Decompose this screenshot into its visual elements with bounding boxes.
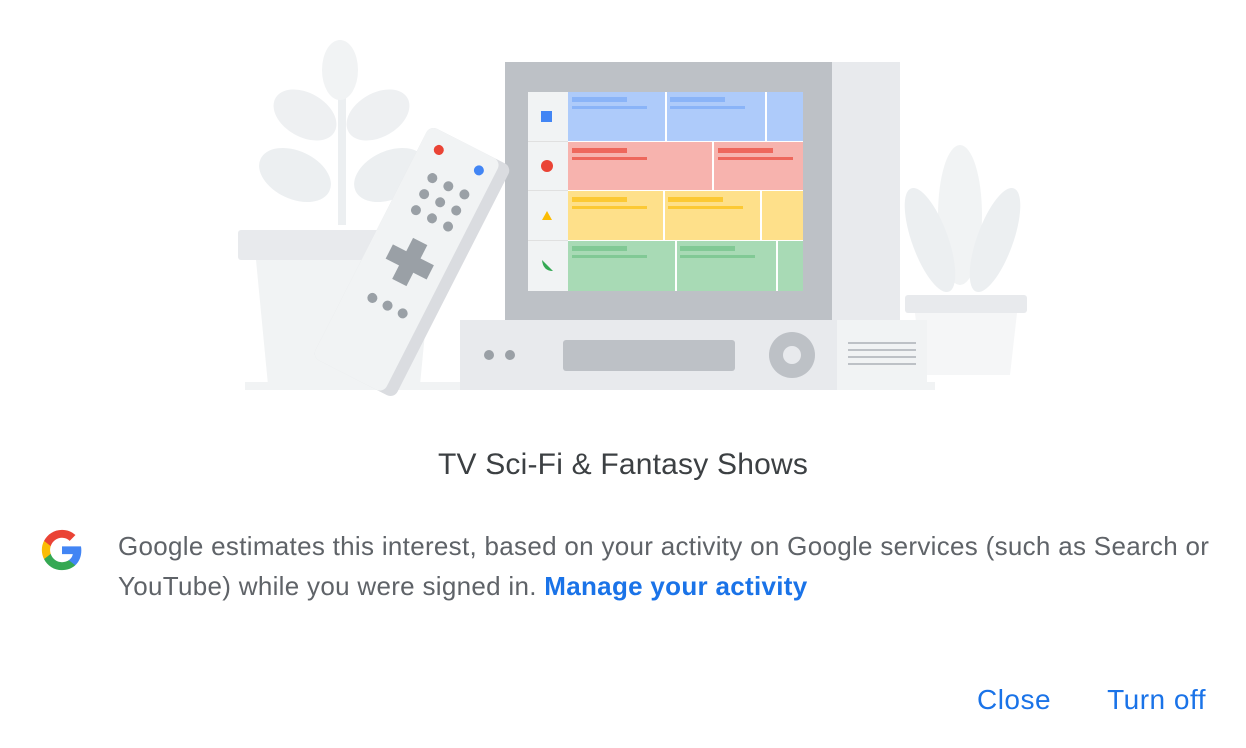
interest-description: Google estimates this interest, based on… <box>118 526 1218 606</box>
hero-illustration <box>0 0 1246 400</box>
manage-activity-link[interactable]: Manage your activity <box>544 571 807 601</box>
close-button[interactable]: Close <box>977 684 1051 716</box>
interest-info: Google estimates this interest, based on… <box>40 526 1220 616</box>
interest-title: TV Sci-Fi & Fantasy Shows <box>437 448 809 481</box>
set-top-box-illustration <box>460 320 927 390</box>
tv-illustration <box>505 62 900 324</box>
turn-off-button[interactable]: Turn off <box>1107 684 1206 716</box>
google-g-icon <box>41 529 82 571</box>
dialog-actions: Close Turn off <box>977 684 1206 716</box>
